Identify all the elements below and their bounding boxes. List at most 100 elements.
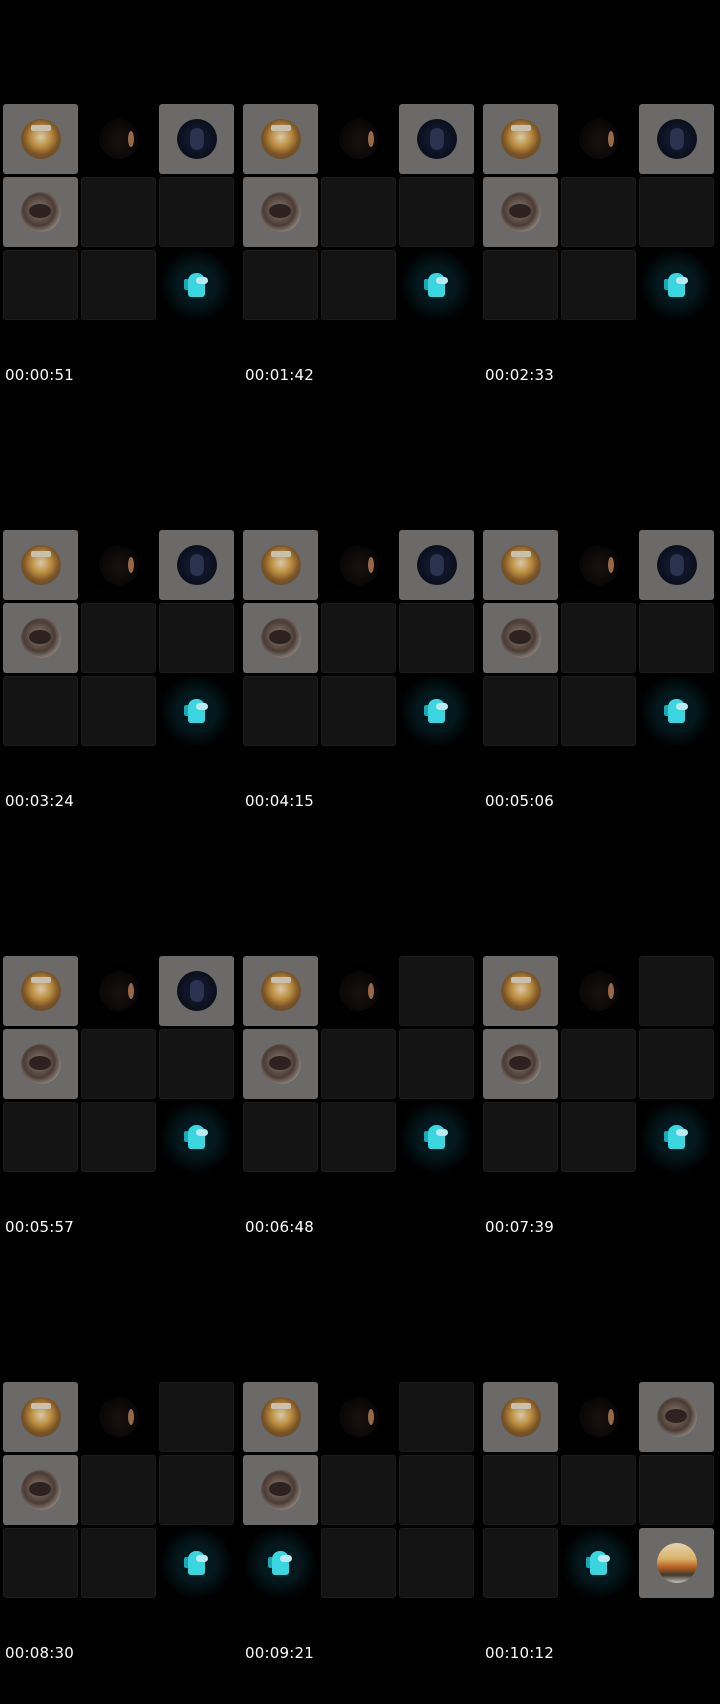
among-us-crewmate-avatar-icon	[176, 691, 217, 731]
participant-tile[interactable]	[399, 1102, 474, 1172]
participant-tile[interactable]	[3, 530, 78, 600]
video-frame-thumbnail[interactable]: 00:00:51	[0, 0, 240, 426]
empty-participant-tile	[639, 603, 714, 673]
participant-tile[interactable]	[639, 1528, 714, 1598]
participant-tile[interactable]	[243, 1029, 318, 1099]
participant-tile[interactable]	[639, 1102, 714, 1172]
empty-participant-tile	[321, 177, 396, 247]
participant-tile[interactable]	[81, 1382, 156, 1452]
crow-avatar-icon	[500, 1044, 541, 1084]
video-frame-thumbnail[interactable]: 00:02:33	[480, 0, 720, 426]
participant-tile[interactable]	[81, 956, 156, 1026]
participant-tile[interactable]	[159, 104, 234, 174]
hooded-figure-avatar-icon	[578, 971, 619, 1011]
participant-tile[interactable]	[399, 676, 474, 746]
participant-tile[interactable]	[399, 104, 474, 174]
participant-tile[interactable]	[483, 1382, 558, 1452]
participant-tile[interactable]	[561, 1382, 636, 1452]
empty-participant-tile	[399, 1455, 474, 1525]
participant-tile[interactable]	[159, 530, 234, 600]
frame-timestamp: 00:06:48	[245, 1218, 314, 1236]
participant-tile[interactable]	[483, 603, 558, 673]
among-us-crewmate-avatar-icon	[416, 691, 457, 731]
participant-tile[interactable]	[561, 956, 636, 1026]
participant-tile[interactable]	[243, 177, 318, 247]
empty-participant-tile	[321, 1029, 396, 1099]
video-frame-thumbnail[interactable]: 00:07:39	[480, 852, 720, 1278]
participant-tile[interactable]	[3, 177, 78, 247]
empty-participant-tile	[3, 676, 78, 746]
participant-tile[interactable]	[639, 104, 714, 174]
empty-participant-tile	[483, 1455, 558, 1525]
participant-tile[interactable]	[321, 1382, 396, 1452]
participant-tile[interactable]	[243, 530, 318, 600]
video-frame-thumbnail[interactable]: 00:08:30	[0, 1278, 240, 1704]
empty-participant-tile	[3, 1102, 78, 1172]
participant-tile[interactable]	[243, 1455, 318, 1525]
video-frame-thumbnail[interactable]: 00:05:06	[480, 426, 720, 852]
empty-participant-tile	[3, 1528, 78, 1598]
participant-grid	[243, 530, 474, 746]
participant-tile[interactable]	[561, 1528, 636, 1598]
participant-tile[interactable]	[321, 956, 396, 1026]
empty-participant-tile	[3, 250, 78, 320]
hooded-figure-avatar-icon	[98, 971, 139, 1011]
empty-participant-tile	[243, 250, 318, 320]
video-frame-thumbnail[interactable]: 00:05:57	[0, 852, 240, 1278]
video-frame-thumbnail[interactable]: 00:04:15	[240, 426, 480, 852]
participant-tile[interactable]	[483, 956, 558, 1026]
astronaut-avatar-icon	[416, 119, 457, 159]
empty-participant-tile	[81, 676, 156, 746]
participant-tile[interactable]	[81, 530, 156, 600]
participant-tile[interactable]	[243, 104, 318, 174]
empty-participant-tile	[399, 956, 474, 1026]
participant-tile[interactable]	[399, 530, 474, 600]
jar-avatar-icon	[260, 545, 301, 585]
participant-tile[interactable]	[243, 1528, 318, 1598]
participant-tile[interactable]	[159, 956, 234, 1026]
empty-participant-tile	[159, 603, 234, 673]
participant-tile[interactable]	[3, 1455, 78, 1525]
participant-tile[interactable]	[639, 676, 714, 746]
participant-tile[interactable]	[159, 1528, 234, 1598]
participant-tile[interactable]	[3, 603, 78, 673]
hooded-figure-avatar-icon	[98, 1397, 139, 1437]
video-frame-thumbnail[interactable]: 00:06:48	[240, 852, 480, 1278]
participant-tile[interactable]	[639, 1382, 714, 1452]
participant-tile[interactable]	[159, 1102, 234, 1172]
jar-avatar-icon	[500, 971, 541, 1011]
video-frame-thumbnail[interactable]: 00:10:12	[480, 1278, 720, 1704]
participant-tile[interactable]	[483, 177, 558, 247]
participant-tile[interactable]	[243, 603, 318, 673]
participant-tile[interactable]	[3, 956, 78, 1026]
participant-tile[interactable]	[639, 530, 714, 600]
participant-tile[interactable]	[3, 1382, 78, 1452]
participant-tile[interactable]	[399, 250, 474, 320]
participant-tile[interactable]	[159, 250, 234, 320]
participant-tile[interactable]	[483, 1029, 558, 1099]
empty-participant-tile	[81, 1528, 156, 1598]
participant-tile[interactable]	[159, 676, 234, 746]
participant-tile[interactable]	[483, 530, 558, 600]
frame-timestamp: 00:07:39	[485, 1218, 554, 1236]
video-frame-thumbnail[interactable]: 00:03:24	[0, 426, 240, 852]
participant-tile[interactable]	[243, 1382, 318, 1452]
participant-tile[interactable]	[561, 530, 636, 600]
participant-tile[interactable]	[3, 1029, 78, 1099]
empty-participant-tile	[321, 1528, 396, 1598]
participant-tile[interactable]	[561, 104, 636, 174]
participant-tile[interactable]	[81, 104, 156, 174]
participant-tile[interactable]	[243, 956, 318, 1026]
participant-tile[interactable]	[3, 104, 78, 174]
participant-tile[interactable]	[639, 250, 714, 320]
empty-participant-tile	[639, 1029, 714, 1099]
video-frame-thumbnail[interactable]: 00:09:21	[240, 1278, 480, 1704]
empty-participant-tile	[321, 676, 396, 746]
video-frame-thumbnail[interactable]: 00:01:42	[240, 0, 480, 426]
participant-tile[interactable]	[321, 104, 396, 174]
jar-avatar-icon	[500, 119, 541, 159]
crow-avatar-icon	[20, 618, 61, 658]
participant-tile[interactable]	[321, 530, 396, 600]
participant-tile[interactable]	[483, 104, 558, 174]
participant-grid	[483, 956, 714, 1172]
